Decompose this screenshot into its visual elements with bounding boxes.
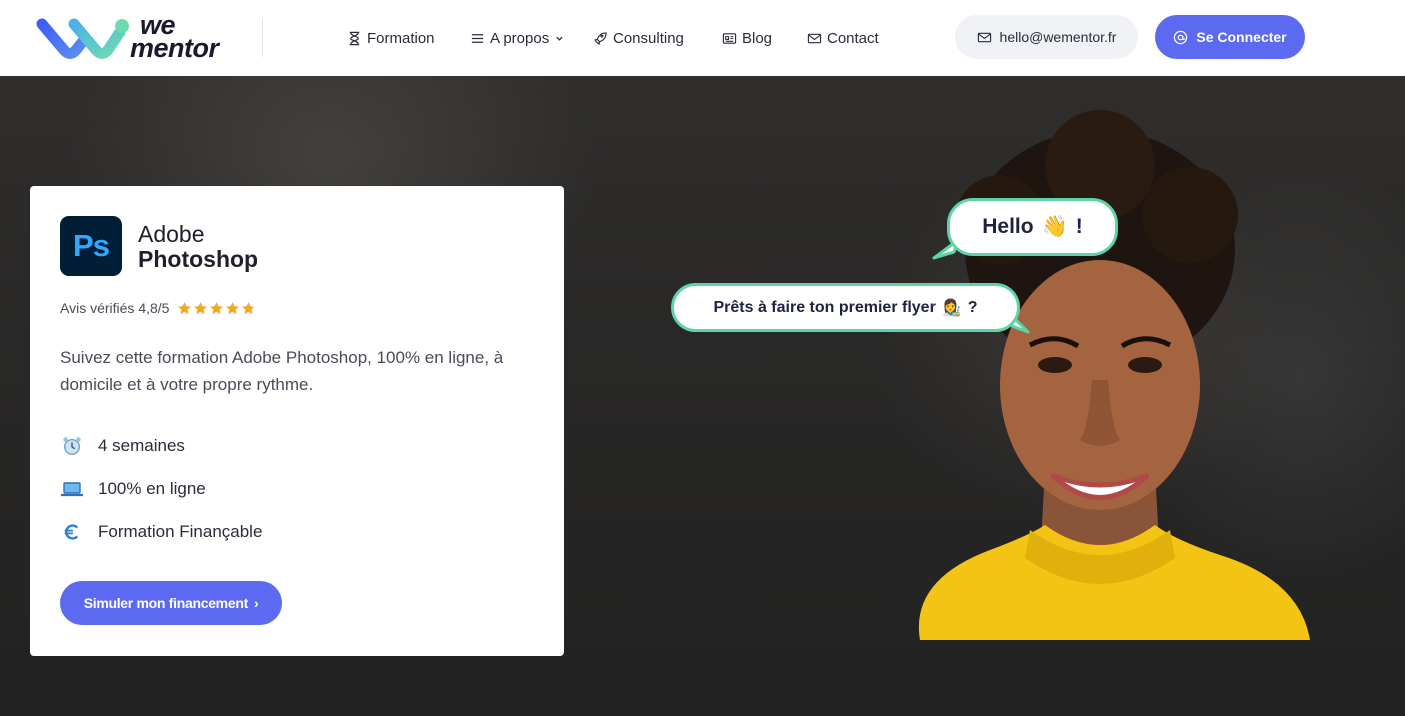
feature-online: 100% en ligne (60, 477, 206, 501)
logo-wordmark: we mentor (130, 12, 219, 63)
hello-text: Hello (982, 215, 1034, 238)
feature-label: Formation Finançable (98, 522, 263, 541)
nav-apropos-label: A propos (490, 29, 550, 47)
rating-text: Avis vérifiés 4,8/5 (60, 300, 170, 316)
feature-duration: 4 semaines (60, 434, 185, 458)
star-icon (210, 301, 224, 314)
feature-label: 100% en ligne (98, 479, 206, 498)
envelope-icon (806, 30, 822, 46)
euro-icon (60, 520, 84, 544)
alarm-clock-icon (60, 434, 84, 458)
simulate-financing-button[interactable]: Simuler mon financement › (60, 581, 282, 625)
nav-blog-label: Blog (742, 29, 773, 47)
rating: Avis vérifiés 4,8/5 (60, 300, 256, 316)
nav-consulting-label: Consulting (613, 29, 684, 47)
star-icon (178, 301, 192, 314)
wementor-logo[interactable]: we mentor (34, 10, 244, 66)
hello-suffix: ! (1075, 215, 1083, 238)
flyer-suffix: ? (967, 298, 978, 316)
email-label: hello@wementor.fr (999, 29, 1117, 45)
product-name: Adobe Photoshop (138, 222, 258, 272)
logo-line2: mentor (130, 33, 219, 63)
laptop-icon (60, 477, 84, 501)
flyer-text: Prêts à faire ton premier flyer (713, 298, 936, 316)
nav-contact-label: Contact (827, 29, 879, 47)
menu-lines-icon (469, 30, 485, 46)
rating-stars (177, 301, 256, 316)
rocket-icon (592, 30, 608, 46)
logo-mark-icon (36, 18, 129, 59)
photoshop-logo: Ps (60, 216, 122, 276)
nav-blog[interactable]: Blog (721, 28, 772, 48)
feature-financing: Formation Finançable (60, 520, 262, 544)
course-card: Ps Adobe Photoshop Avis vérifiés 4,8/5 S… (30, 186, 564, 656)
flyer-bubble: Prêts à faire ton premier flyer 👩‍🎨 ? (671, 283, 1020, 332)
site-header: we mentor Formation A propos Consulting … (0, 0, 1405, 76)
waving-hand-icon: 👋 (1041, 215, 1068, 238)
artist-icon: 👩‍🎨 (941, 299, 962, 317)
nav-formation[interactable]: Formation (346, 28, 435, 48)
at-sign-icon (1173, 30, 1188, 45)
nav-consulting[interactable]: Consulting (592, 28, 684, 48)
star-icon (194, 301, 208, 314)
nav-formation-label: Formation (367, 29, 435, 47)
newspaper-icon (721, 30, 737, 46)
header-divider (262, 19, 263, 57)
envelope-icon (977, 30, 992, 45)
connect-label: Se Connecter (1196, 29, 1287, 45)
star-icon (226, 301, 240, 314)
hourglass-icon (346, 30, 362, 46)
nav-contact[interactable]: Contact (806, 28, 879, 48)
feature-label: 4 semaines (98, 436, 185, 455)
course-description: Suivez cette formation Adobe Photoshop, … (60, 348, 504, 394)
email-link[interactable]: hello@wementor.fr (955, 15, 1138, 59)
chevron-right-icon: › (253, 595, 259, 611)
smiling-woman-image (918, 110, 1310, 640)
cta-label: Simuler mon financement (83, 595, 249, 611)
chevron-down-icon (554, 30, 564, 46)
connect-button[interactable]: Se Connecter (1155, 15, 1305, 59)
product-name-line2: Photoshop (138, 246, 259, 272)
nav-apropos[interactable]: A propos (469, 28, 564, 48)
product-name-line1: Adobe (138, 221, 205, 247)
hello-bubble: Hello 👋 ! (947, 198, 1118, 256)
star-icon (242, 301, 256, 314)
